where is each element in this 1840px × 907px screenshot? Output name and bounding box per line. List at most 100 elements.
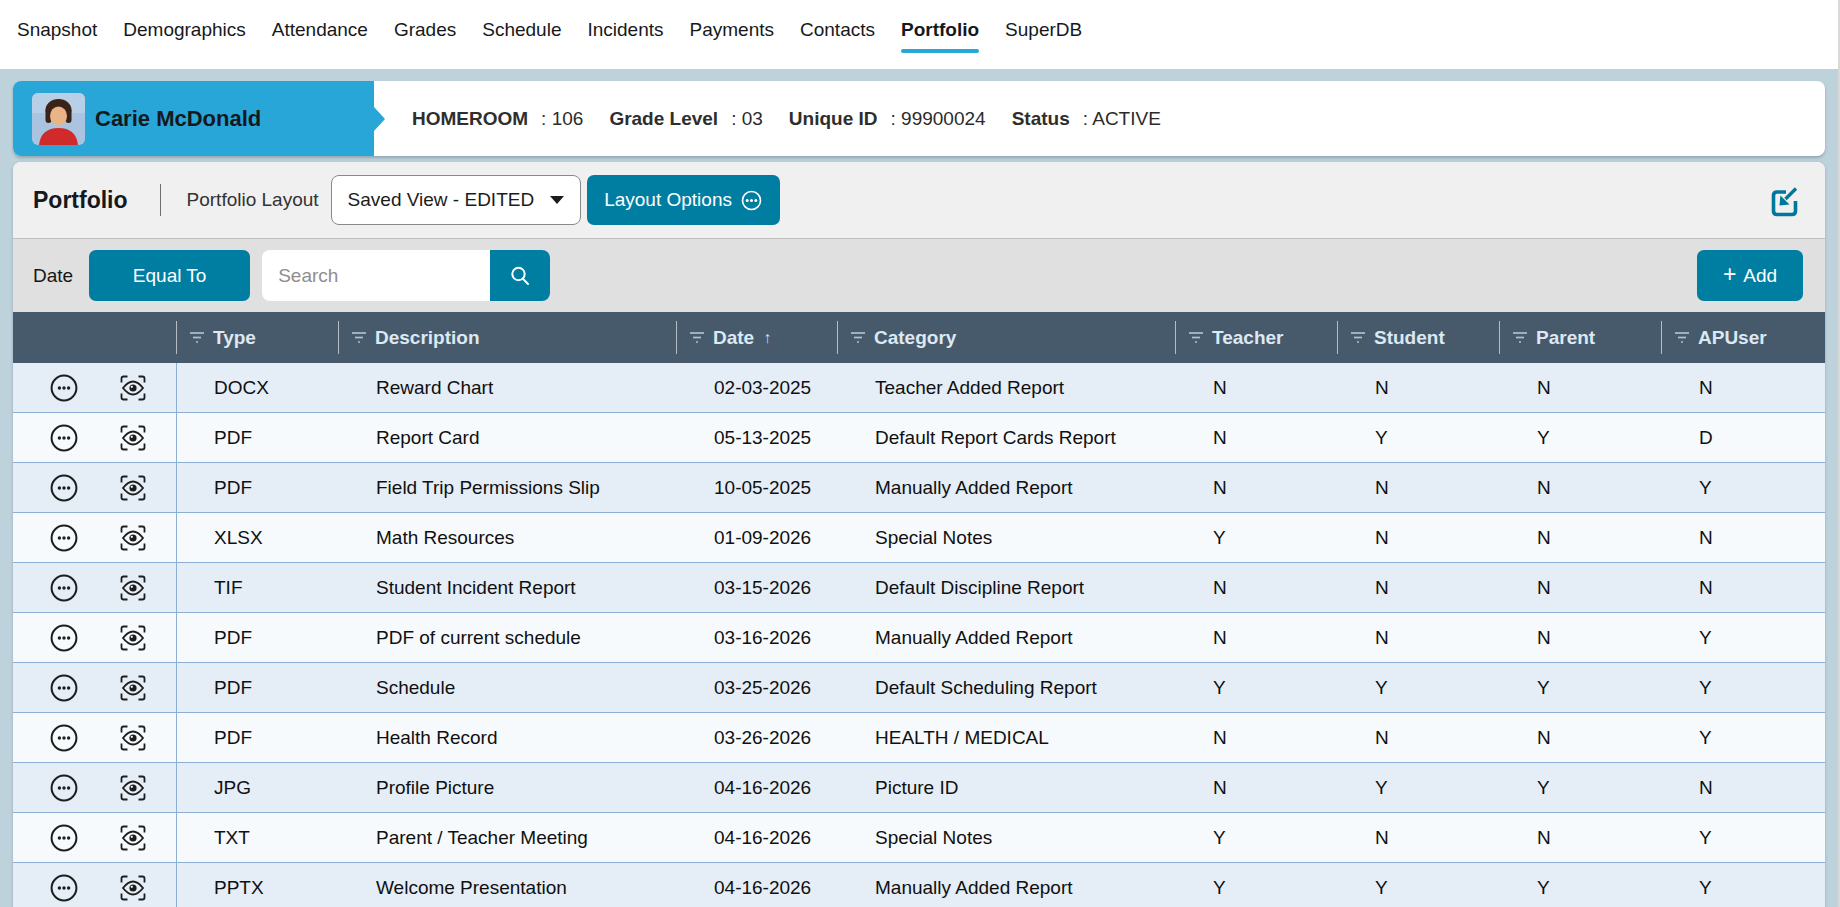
chevron-down-icon [550,196,564,204]
nav-tab-attendance[interactable]: Attendance [272,19,368,41]
search-button[interactable] [490,250,550,301]
row-more-button[interactable] [50,874,78,902]
row-preview-button[interactable] [119,824,147,852]
cell-parent: N [1499,563,1661,612]
cell-description: Schedule [338,663,676,712]
search-icon [509,265,531,287]
preview-icon [119,874,147,902]
cell-category: Manually Added Report [837,463,1175,512]
row-actions [13,563,176,612]
export-button[interactable] [1769,186,1800,222]
preview-icon [119,824,147,852]
student-field-homeroom: HOMEROOM: 106 [412,108,583,130]
row-preview-button[interactable] [119,574,147,602]
row-preview-button[interactable] [119,724,147,752]
row-more-button[interactable] [50,824,78,852]
cell-date: 03-15-2026 [676,563,837,612]
sort-asc-icon: ↑ [763,329,771,347]
row-actions [13,813,176,862]
cell-apuser: Y [1661,613,1825,662]
cell-type: PDF [176,463,338,512]
row-more-button[interactable] [50,674,78,702]
row-actions [13,463,176,512]
table-row: PPTXWelcome Presentation04-16-2026Manual… [13,863,1825,907]
row-more-button[interactable] [50,374,78,402]
student-field-unique-id: Unique ID: 99900024 [789,108,986,130]
row-more-button[interactable] [50,524,78,552]
add-button[interactable]: + Add [1697,250,1803,301]
header-cell-apuser[interactable]: APUser [1661,312,1825,363]
plus-icon: + [1723,261,1736,288]
row-preview-button[interactable] [119,874,147,902]
cell-teacher: Y [1175,513,1337,562]
nav-tab-snapshot[interactable]: Snapshot [17,19,97,41]
row-more-button[interactable] [50,774,78,802]
table-row: TXTParent / Teacher Meeting04-16-2026Spe… [13,813,1825,863]
filter-icon [689,331,705,344]
preview-icon [119,424,147,452]
row-preview-button[interactable] [119,674,147,702]
layout-select[interactable]: Saved View - EDITED [331,175,581,225]
field-label: Grade Level [609,108,718,130]
header-cell-teacher[interactable]: Teacher [1175,312,1337,363]
student-header-card: Carie McDonald HOMEROOM: 106Grade Level:… [13,81,1825,156]
cell-teacher: N [1175,613,1337,662]
more-options-icon [50,774,78,802]
header-cell-date[interactable]: Date ↑ [676,312,837,363]
row-preview-button[interactable] [119,374,147,402]
row-preview-button[interactable] [119,524,147,552]
cell-student: Y [1337,663,1499,712]
row-preview-button[interactable] [119,474,147,502]
row-preview-button[interactable] [119,424,147,452]
nav-tab-portfolio[interactable]: Portfolio [901,19,979,41]
nav-tab-schedule[interactable]: Schedule [482,19,561,41]
preview-icon [119,524,147,552]
row-more-button[interactable] [50,624,78,652]
cell-student: N [1337,463,1499,512]
preview-icon [119,474,147,502]
add-button-label: Add [1743,265,1777,287]
cell-teacher: Y [1175,813,1337,862]
table-row: XLSXMath Resources01-09-2026Special Note… [13,513,1825,563]
row-more-button[interactable] [50,474,78,502]
cell-student: N [1337,563,1499,612]
filter-icon [1188,331,1204,344]
nav-tab-incidents[interactable]: Incidents [587,19,663,41]
cell-apuser: N [1661,563,1825,612]
nav-tab-contacts[interactable]: Contacts [800,19,875,41]
cell-description: Reward Chart [338,363,676,412]
cell-date: 10-05-2025 [676,463,837,512]
cell-student: Y [1337,863,1499,907]
header-cell-type[interactable]: Type [176,312,338,363]
header-cell-actions [13,312,176,363]
table-row: PDFReport Card05-13-2025Default Report C… [13,413,1825,463]
field-label: HOMEROOM [412,108,528,130]
header-cell-category[interactable]: Category [837,312,1175,363]
filter-operator-button[interactable]: Equal To [89,250,250,301]
row-more-button[interactable] [50,724,78,752]
filter-icon [1674,331,1690,344]
cell-student: N [1337,613,1499,662]
nav-tab-superdb[interactable]: SuperDB [1005,19,1082,41]
table-row: PDFPDF of current schedule03-16-2026Manu… [13,613,1825,663]
layout-options-button[interactable]: Layout Options [587,175,780,225]
column-label: Date [713,327,754,349]
cell-type: TXT [176,813,338,862]
table-body: DOCXReward Chart02-03-2025Teacher Added … [13,363,1825,907]
search-control [262,250,550,301]
filter-icon [189,331,205,344]
header-cell-student[interactable]: Student [1337,312,1499,363]
row-preview-button[interactable] [119,624,147,652]
cell-type: PDF [176,613,338,662]
search-input[interactable] [262,250,490,301]
cell-teacher: N [1175,563,1337,612]
nav-tab-grades[interactable]: Grades [394,19,456,41]
row-more-button[interactable] [50,424,78,452]
row-actions [13,613,176,662]
header-cell-description[interactable]: Description [338,312,676,363]
row-preview-button[interactable] [119,774,147,802]
row-more-button[interactable] [50,574,78,602]
header-cell-parent[interactable]: Parent [1499,312,1661,363]
nav-tab-demographics[interactable]: Demographics [123,19,246,41]
nav-tab-payments[interactable]: Payments [690,19,774,41]
